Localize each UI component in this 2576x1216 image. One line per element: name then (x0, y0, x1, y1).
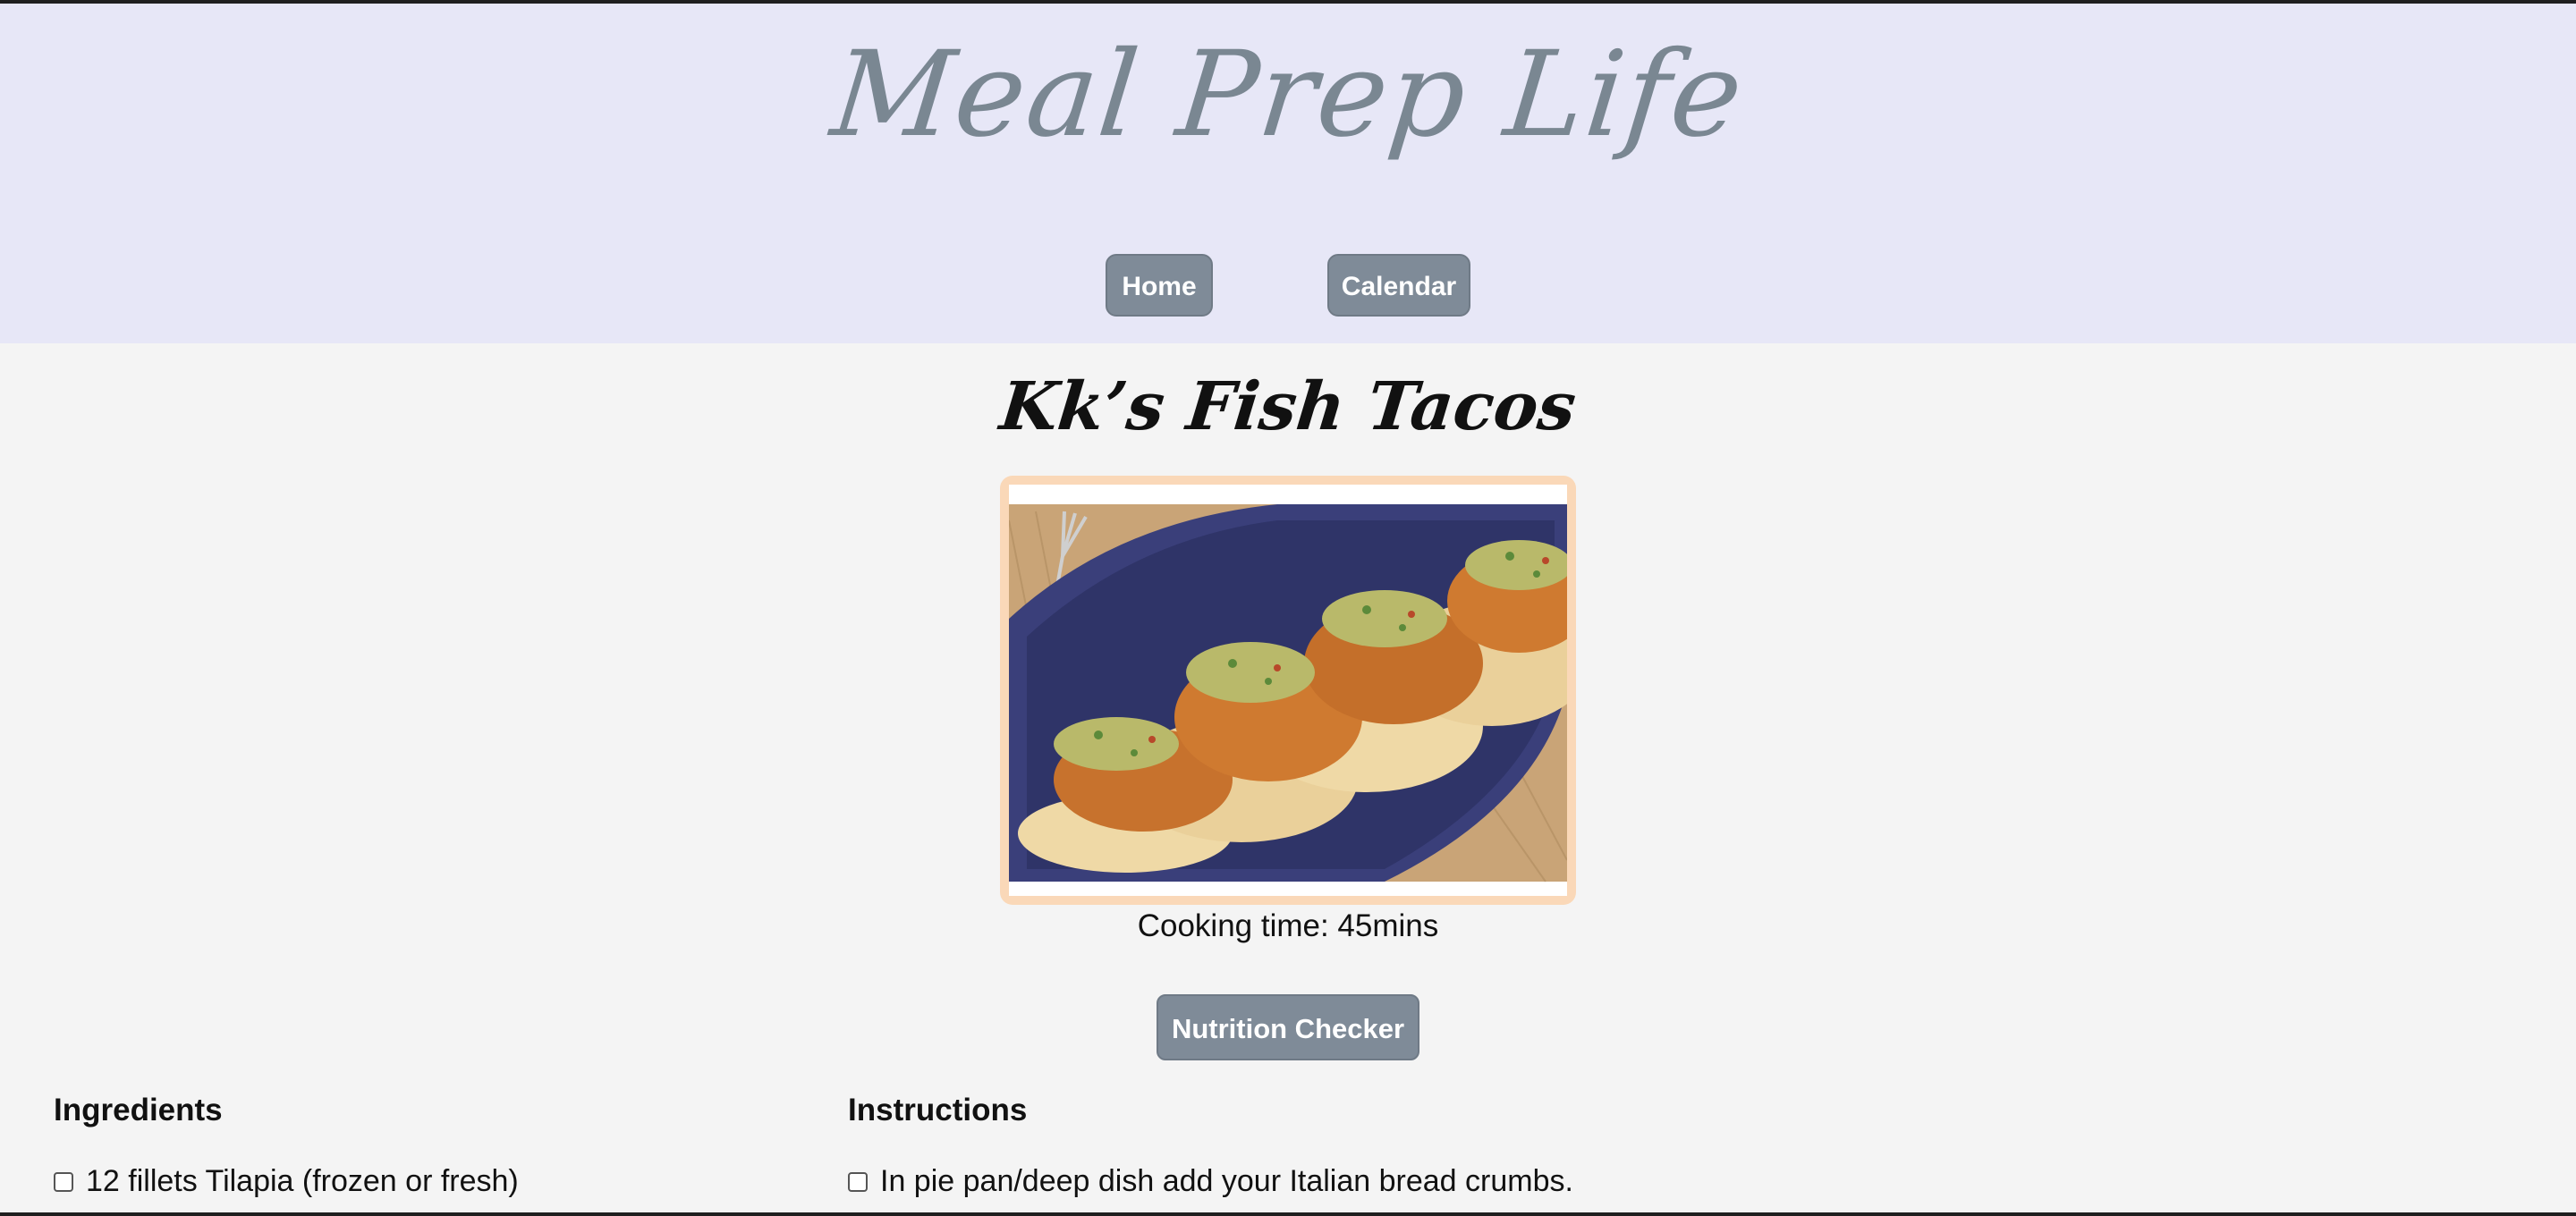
ingredient-text: 12 fillets Tilapia (frozen or fresh) (86, 1164, 519, 1198)
site-header: Meal Prep Life Home Calendar (0, 4, 2576, 343)
nutrition-checker-button[interactable]: Nutrition Checker (1157, 994, 1419, 1060)
nav-home-button[interactable]: Home (1106, 254, 1213, 317)
ingredient-checkbox[interactable] (54, 1171, 73, 1192)
recipe-image (1009, 485, 1567, 896)
cooking-time: Cooking time: 45mins (1137, 908, 1439, 943)
instruction-item[interactable]: In pie pan/deep dish add your Italian br… (848, 1164, 1573, 1199)
ingredients-heading: Ingredients (54, 1093, 223, 1127)
nav-calendar-button[interactable]: Calendar (1327, 254, 1470, 317)
instruction-checkbox[interactable] (848, 1171, 868, 1192)
recipe-title: Kk’s Fish Tacos (996, 368, 1580, 445)
site-logo-title: Meal Prep Life (826, 26, 1750, 164)
ingredient-item[interactable]: 12 fillets Tilapia (frozen or fresh) (54, 1164, 519, 1199)
instructions-heading: Instructions (848, 1093, 1028, 1127)
instruction-text: In pie pan/deep dish add your Italian br… (880, 1164, 1573, 1198)
bottom-border (0, 1212, 2576, 1216)
fish-tacos-photo-icon (1009, 485, 1567, 896)
recipe-image-frame (1000, 476, 1576, 905)
